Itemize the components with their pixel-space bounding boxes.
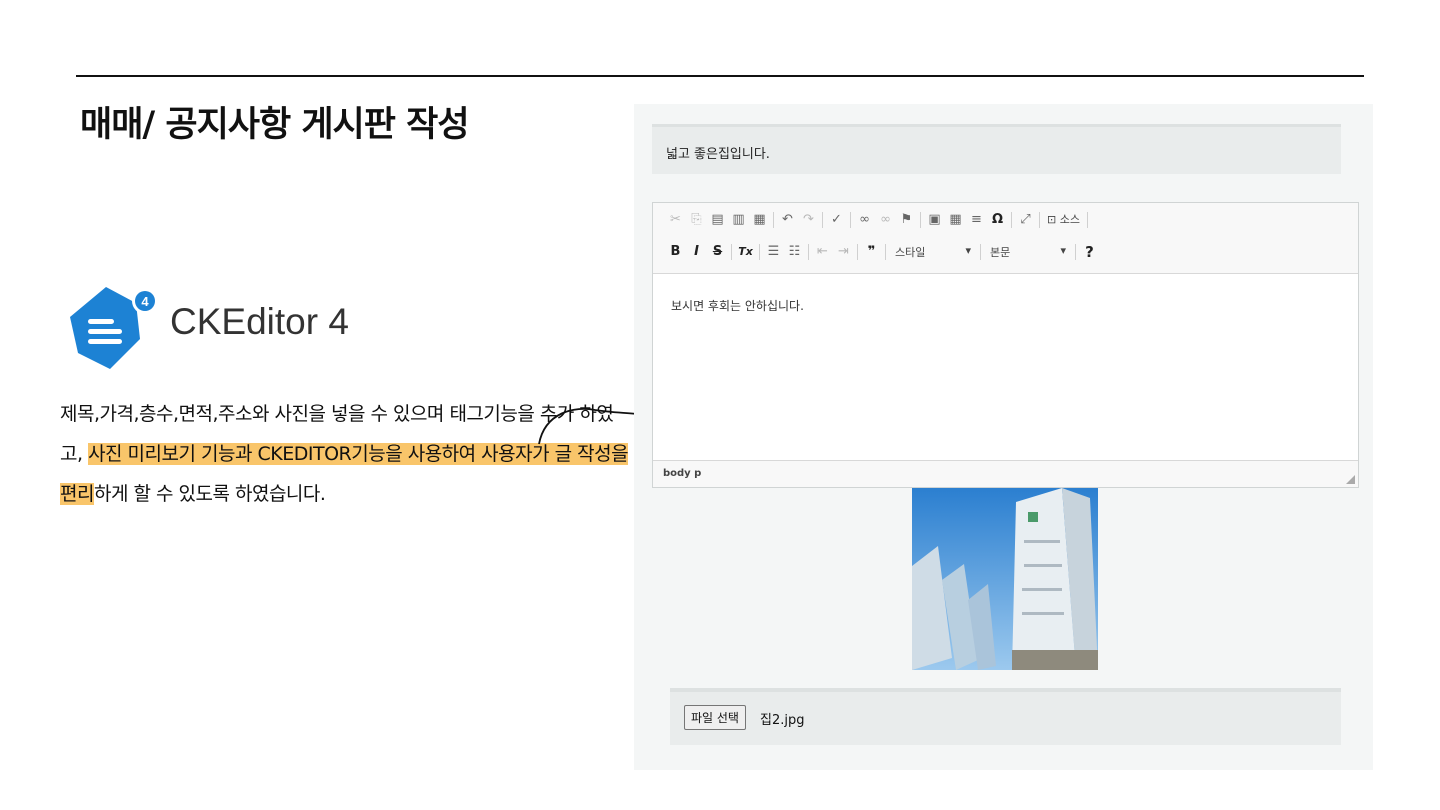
link-icon[interactable]: ∞ — [854, 209, 875, 231]
special-char-icon[interactable]: Ω — [987, 209, 1008, 231]
paste-text-icon[interactable]: ▥ — [728, 209, 749, 231]
ckeditor-editor[interactable]: ✂ ⎘ ▤ ▥ ▦ ↶ ↷ ✓ ∞ ∞ ⚑ ▣ ▦ ≡ Ω ⤢ ⊡ 소스 B I… — [652, 202, 1359, 488]
chevron-down-icon: ▾ — [1060, 244, 1066, 257]
toolbar-separator — [1086, 212, 1088, 228]
toolbar-separator — [885, 244, 886, 260]
help-button[interactable]: ? — [1079, 241, 1100, 263]
toolbar-separator — [759, 244, 760, 260]
toolbar-separator — [773, 212, 774, 228]
strike-button[interactable]: S — [707, 241, 728, 263]
unlink-icon[interactable]: ∞ — [875, 209, 896, 231]
style-dropdown[interactable]: 스타일 ▾ — [889, 244, 977, 260]
editor-content[interactable]: 보시면 후회는 안하십니다. — [671, 297, 804, 314]
copy-icon[interactable]: ⎘ — [686, 209, 707, 231]
format-label: 본문 — [990, 246, 1011, 259]
indent-icon[interactable]: ⇥ — [833, 241, 854, 263]
italic-button[interactable]: I — [686, 241, 707, 263]
bold-button[interactable]: B — [665, 241, 686, 263]
source-label: 소스 — [1059, 213, 1080, 226]
horizontal-rule-icon[interactable]: ≡ — [966, 209, 987, 231]
bulleted-list-icon[interactable]: ☷ — [784, 241, 805, 263]
description-text-2: 하게 할 수 있도록 하였습니다. — [93, 483, 326, 505]
editor-toolbar: ✂ ⎘ ▤ ▥ ▦ ↶ ↷ ✓ ∞ ∞ ⚑ ▣ ▦ ≡ Ω ⤢ ⊡ 소스 B I… — [653, 203, 1358, 274]
page-title: 매매/ 공지사항 게시판 작성 — [80, 105, 470, 145]
source-icon: ⊡ — [1047, 213, 1057, 226]
selected-file-name: 집2.jpg — [760, 713, 805, 728]
title-value: 넓고 좋은집입니다. — [666, 147, 770, 162]
format-dropdown[interactable]: 본문 ▾ — [984, 244, 1072, 260]
toolbar-separator — [1011, 212, 1012, 228]
ckeditor-hexagon-icon: 4 — [70, 287, 158, 369]
ckeditor-logo: 4 CKEditor 4 — [66, 283, 366, 373]
apartment-photo — [912, 488, 1098, 670]
toolbar-separator — [980, 244, 981, 260]
logo-name: CKEditor 4 — [170, 301, 349, 342]
file-select-button[interactable]: 파일 선택 — [684, 705, 746, 730]
toolbar-separator — [1039, 212, 1040, 228]
resize-handle-icon[interactable] — [1346, 475, 1355, 484]
toolbar-separator — [808, 244, 809, 260]
table-icon[interactable]: ▦ — [945, 209, 966, 231]
board-form-screenshot: 넓고 좋은집입니다. ✂ ⎘ ▤ ▥ ▦ ↶ ↷ ✓ ∞ ∞ ⚑ ▣ ▦ ≡ Ω… — [634, 104, 1373, 770]
cut-icon[interactable]: ✂ — [665, 209, 686, 231]
element-path[interactable]: body p — [663, 468, 701, 479]
toolbar-separator — [850, 212, 851, 228]
paste-word-icon[interactable]: ▦ — [749, 209, 770, 231]
spellcheck-icon[interactable]: ✓ — [826, 209, 847, 231]
toolbar-separator — [857, 244, 858, 260]
chevron-down-icon: ▾ — [965, 244, 971, 257]
remove-format-button[interactable]: Tx — [735, 241, 756, 263]
undo-icon[interactable]: ↶ — [777, 209, 798, 231]
numbered-list-icon[interactable]: ☰ — [763, 241, 784, 263]
image-icon[interactable]: ▣ — [924, 209, 945, 231]
toolbar-separator — [920, 212, 921, 228]
paste-icon[interactable]: ▤ — [707, 209, 728, 231]
redo-icon[interactable]: ↷ — [798, 209, 819, 231]
toolbar-separator — [822, 212, 823, 228]
editor-statusbar: body p — [653, 460, 1358, 487]
title-input[interactable]: 넓고 좋은집입니다. — [652, 124, 1341, 174]
outdent-icon[interactable]: ⇤ — [812, 241, 833, 263]
logo-badge: 4 — [141, 294, 149, 309]
toolbar-separator — [1075, 244, 1076, 260]
toolbar-separator — [731, 244, 732, 260]
source-button[interactable]: ⊡ 소스 — [1043, 209, 1084, 231]
top-divider — [76, 75, 1364, 77]
file-input: 파일 선택 집2.jpg — [670, 688, 1341, 745]
anchor-icon[interactable]: ⚑ — [896, 209, 917, 231]
maximize-icon[interactable]: ⤢ — [1015, 209, 1036, 231]
style-label: 스타일 — [895, 246, 926, 259]
blockquote-icon[interactable]: ❞ — [861, 241, 882, 263]
